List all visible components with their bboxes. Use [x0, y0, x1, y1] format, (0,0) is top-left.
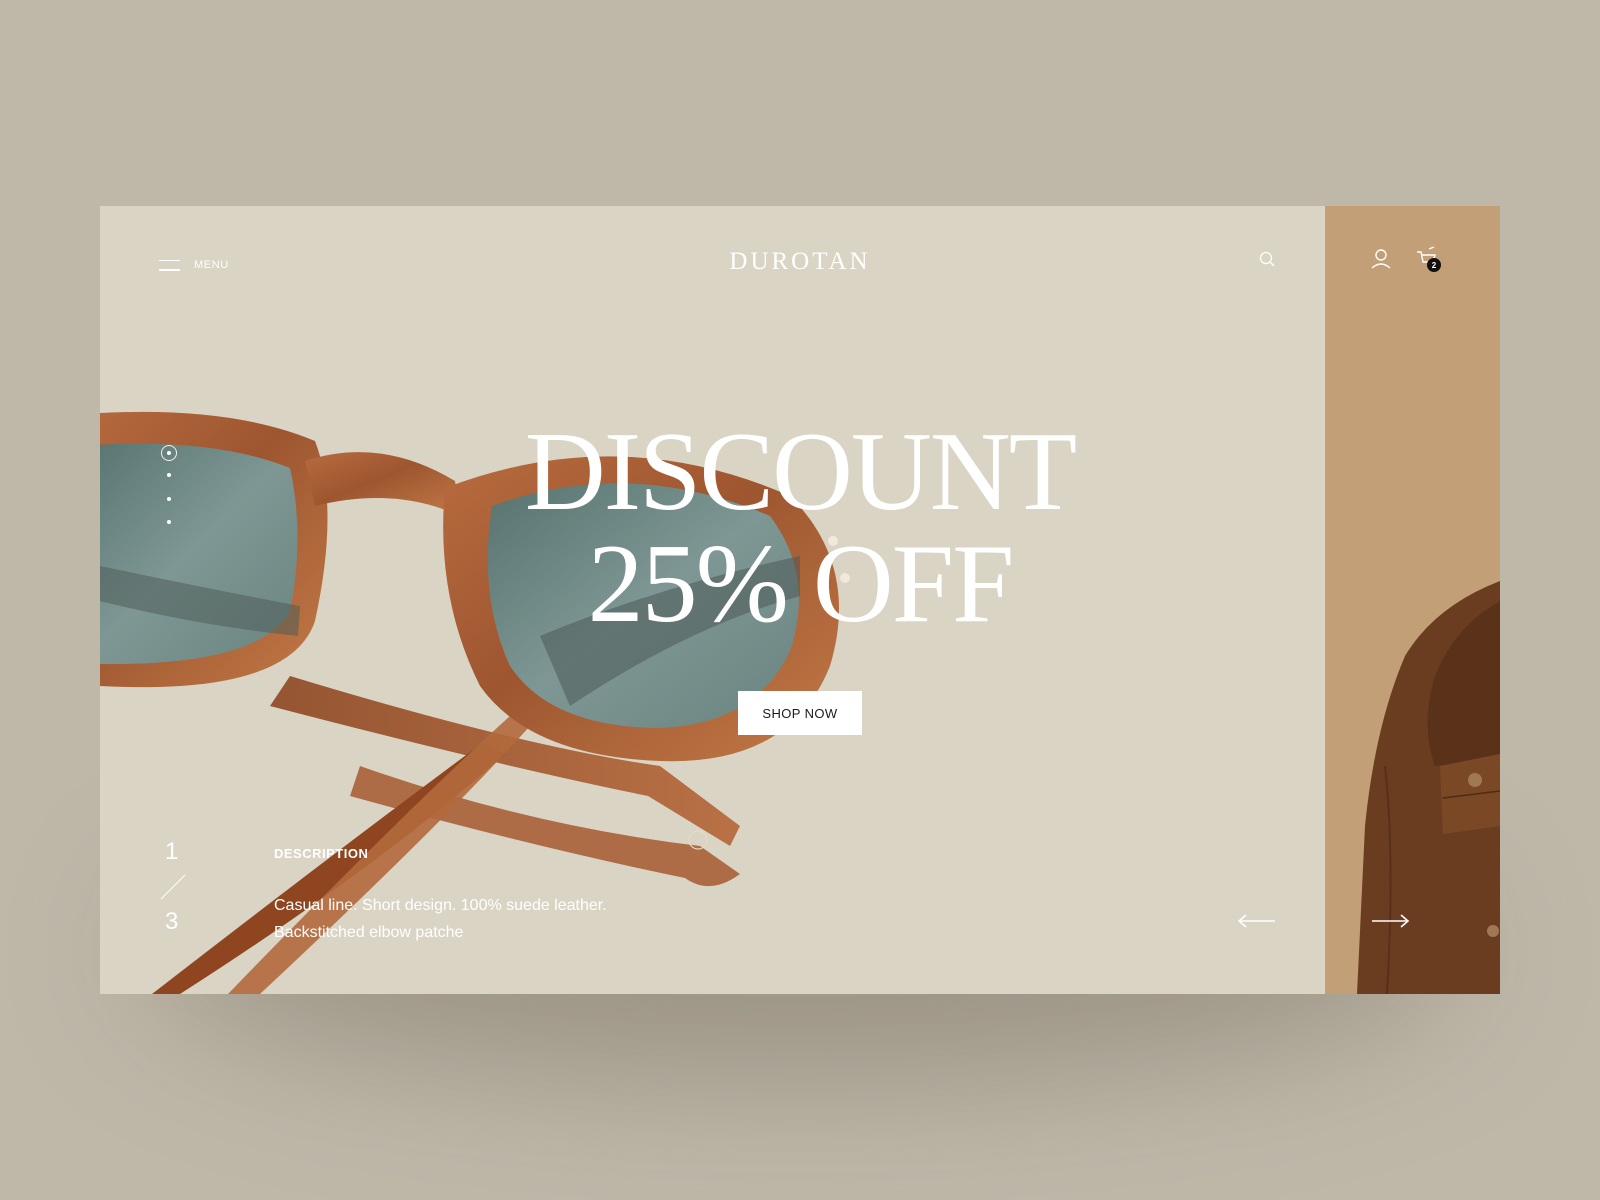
- brand-logo[interactable]: DUROTAN: [100, 248, 1500, 276]
- description-title: DESCRIPTION: [274, 846, 369, 861]
- hero-headline-line1: DISCOUNT: [524, 410, 1077, 534]
- hero-headline: DISCOUNT 25% OFF: [100, 416, 1500, 640]
- shop-now-button[interactable]: SHOP NOW: [738, 691, 862, 735]
- arrow-left-icon[interactable]: [1237, 912, 1277, 930]
- arrow-right-icon[interactable]: [1370, 912, 1410, 930]
- slide-counter-divider: [160, 874, 186, 900]
- description-text: Casual line. Short design. 100% suede le…: [274, 897, 607, 941]
- slide-counter-total: 3: [165, 908, 179, 935]
- slide-counter-current: 1: [165, 838, 179, 865]
- site-frame: MENU 1 3 DESCRIPTION Casual line. Short …: [100, 206, 1500, 994]
- hero-headline-line2: 25% OFF: [587, 522, 1015, 646]
